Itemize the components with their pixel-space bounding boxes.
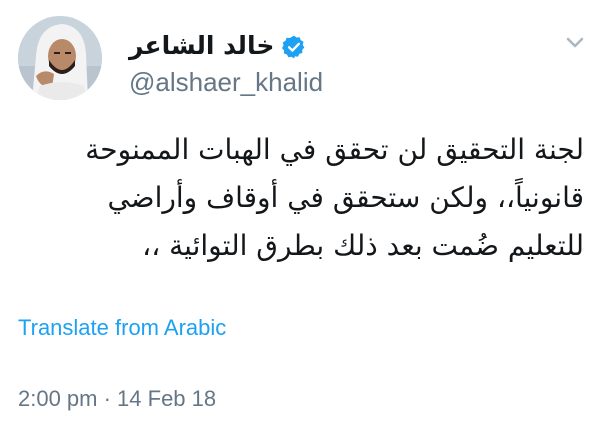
translate-link[interactable]: Translate from Arabic <box>18 313 226 343</box>
tweet-timestamp[interactable]: 2:00 pm · 14 Feb 18 <box>18 384 216 414</box>
author-display-name[interactable]: خالد الشاعر <box>129 28 274 64</box>
author-row[interactable]: خالد الشاعر <box>129 28 307 64</box>
chevron-down-icon[interactable] <box>560 28 590 58</box>
tweet-text: لجنة التحقيق لن تحقق في الهبات الممنوحة … <box>85 133 584 262</box>
verified-badge-icon <box>282 35 305 58</box>
author-handle[interactable]: @alshaer_khalid <box>129 66 323 98</box>
avatar-image <box>18 16 102 100</box>
avatar[interactable] <box>18 16 102 100</box>
